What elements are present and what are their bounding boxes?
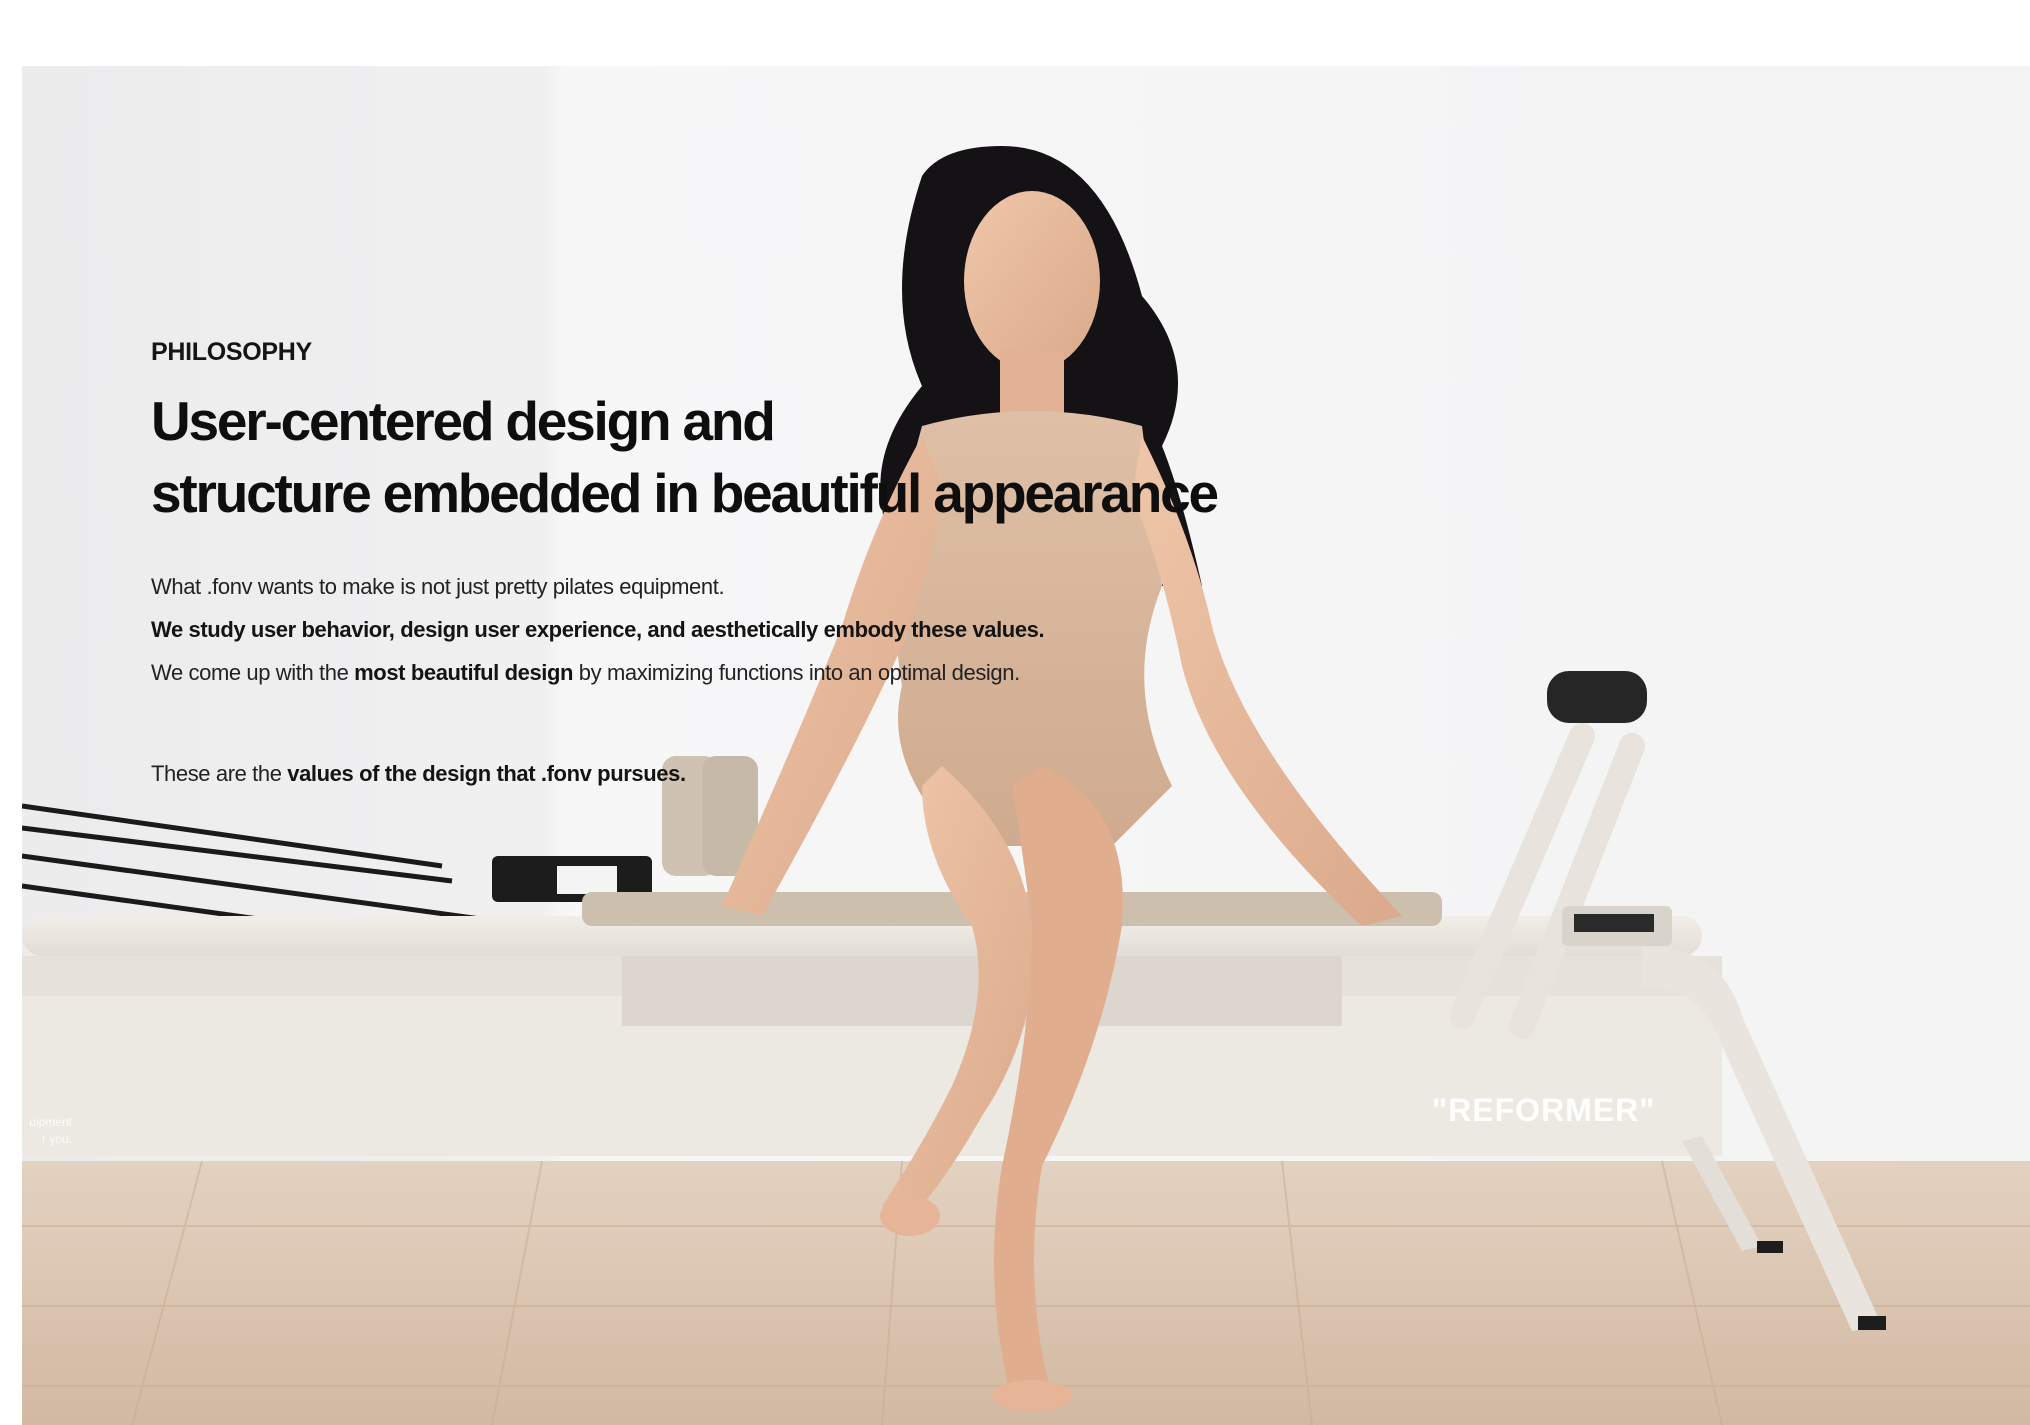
headline-line-1: User-centered design and bbox=[151, 390, 776, 452]
edge-text-line-1: uipment bbox=[29, 1115, 72, 1129]
body-line-4-bold: values of the design that .fonv pursues. bbox=[287, 761, 686, 786]
section-headline: User-centered design and structure embed… bbox=[151, 385, 1451, 529]
body-line-3-bold: most beautiful design bbox=[354, 660, 574, 685]
section-eyebrow: PHILOSOPHY bbox=[151, 338, 312, 366]
page: PHILOSOPHY User-centered design and stru… bbox=[0, 0, 2030, 1425]
headline-line-2: structure embedded in beautiful appearan… bbox=[151, 462, 1219, 524]
body-line-4: These are the values of the design that … bbox=[151, 752, 1451, 795]
reformer-product-label: "REFORMER" bbox=[1432, 1092, 1656, 1128]
body-line-2: We study user behavior, design user expe… bbox=[151, 617, 1045, 642]
body-line-1: What .fonv wants to make is not just pre… bbox=[151, 574, 725, 599]
philosophy-text-block: PHILOSOPHY User-centered design and stru… bbox=[151, 338, 1451, 795]
body-line-3-prefix: We come up with the bbox=[151, 660, 355, 685]
body-line-4-prefix: These are the bbox=[151, 761, 288, 786]
body-line-3-suffix: by maximizing functions into an optimal … bbox=[573, 660, 1020, 685]
hero-section: PHILOSOPHY User-centered design and stru… bbox=[22, 66, 2030, 1425]
body-line-3: We come up with the most beautiful desig… bbox=[151, 651, 1451, 694]
edge-text-line-2: r you. bbox=[41, 1132, 72, 1146]
cropped-edge-text: uipment r you. bbox=[22, 1114, 72, 1148]
